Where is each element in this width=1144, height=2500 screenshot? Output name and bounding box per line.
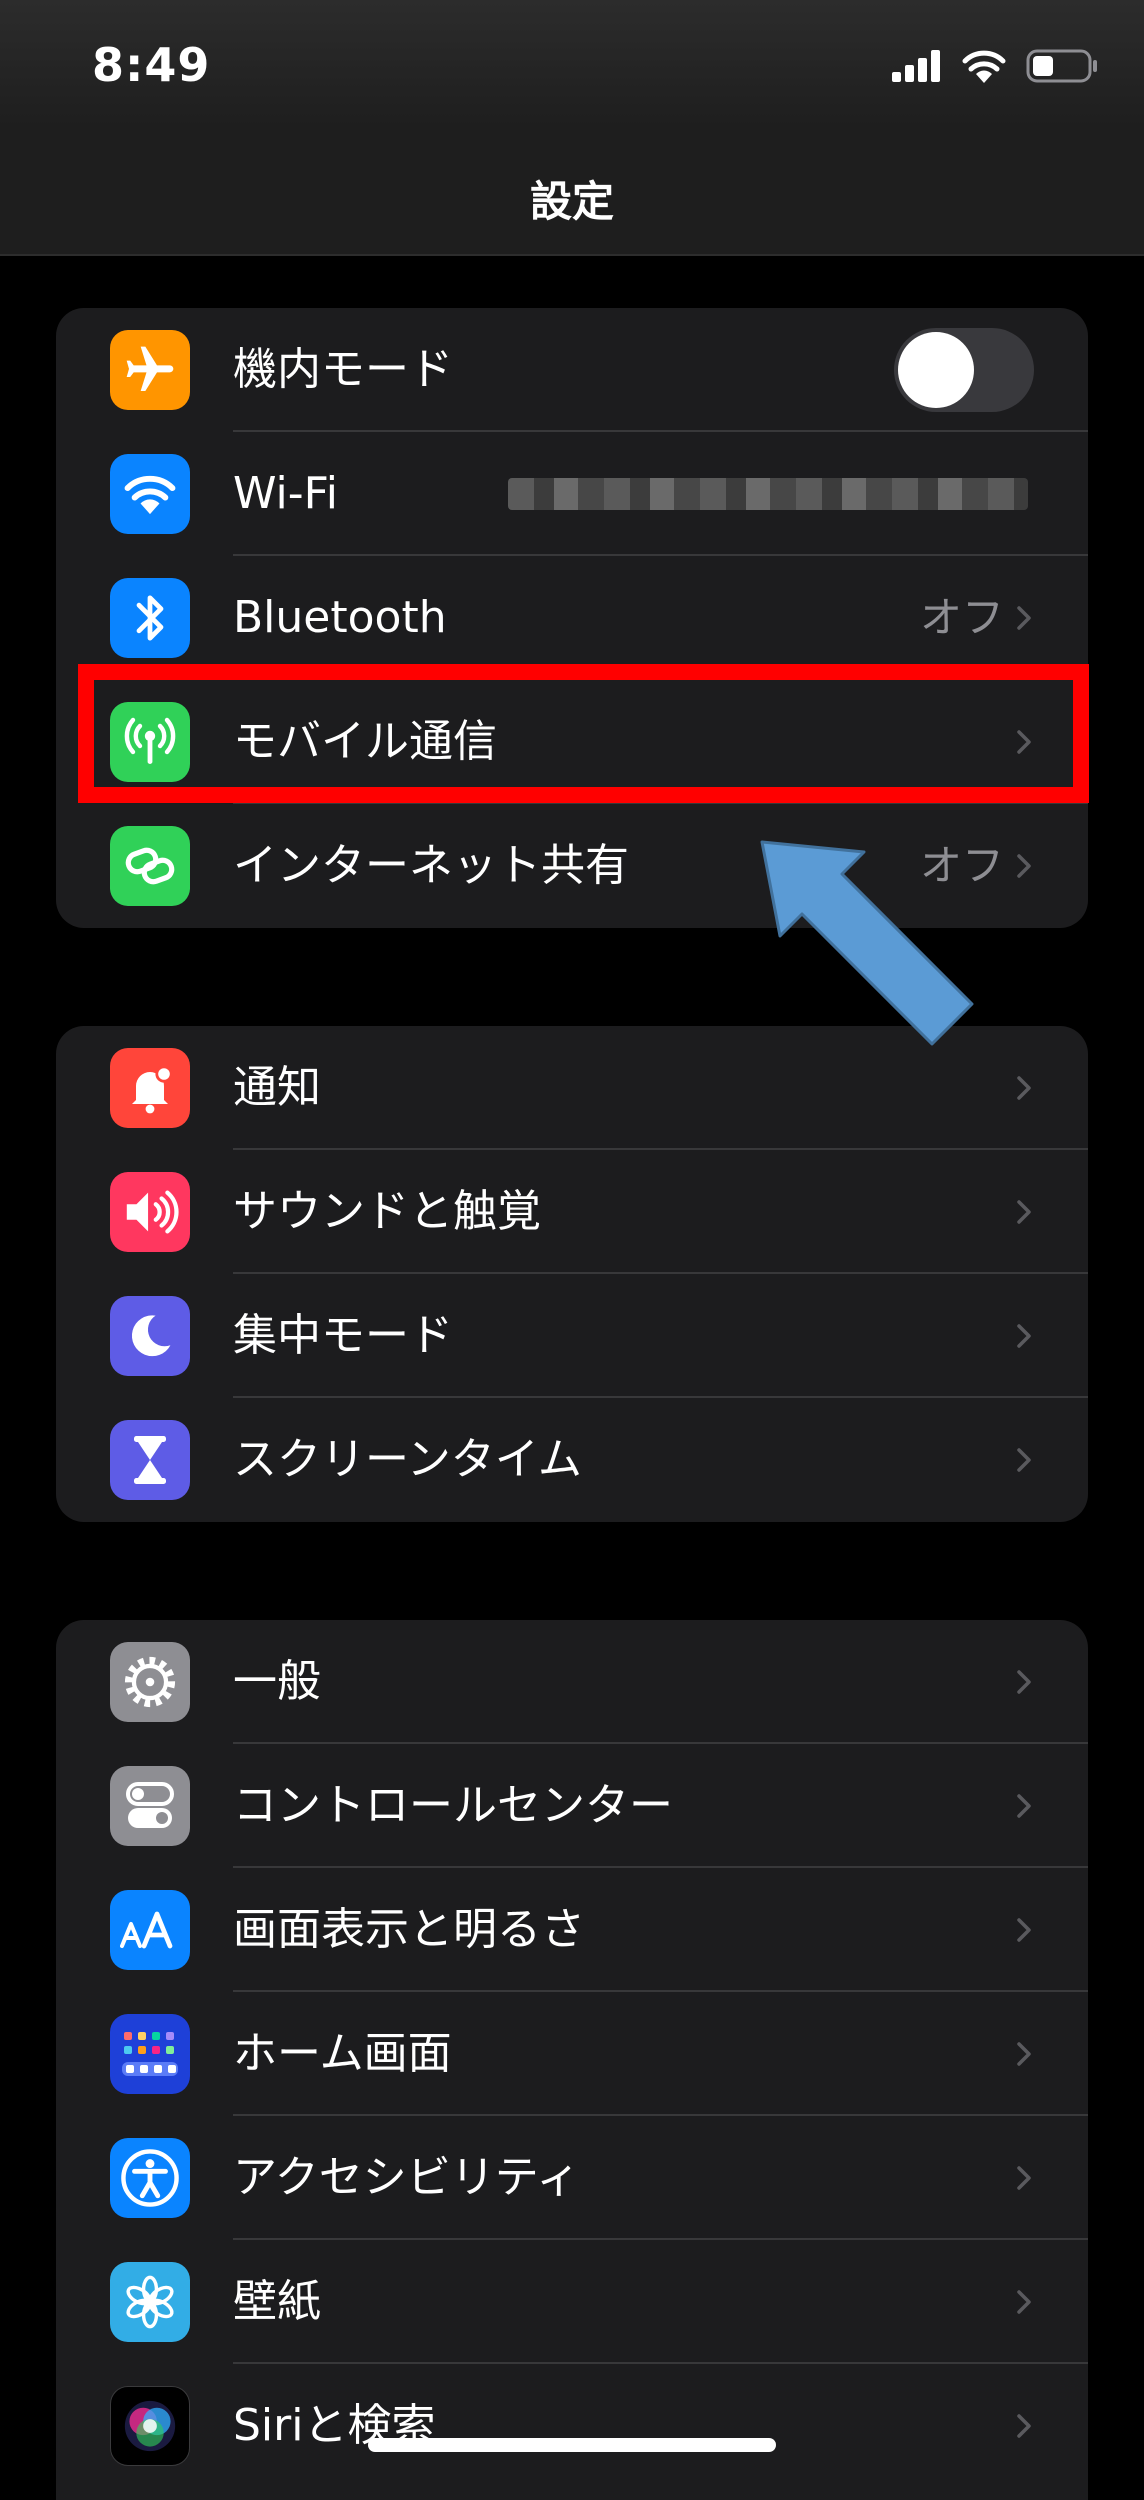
chevron-right-icon xyxy=(1017,1794,1031,1818)
settings-row-display-brightness[interactable]: 画面表示と明るさ xyxy=(56,1868,1088,1992)
home-indicator xyxy=(368,2438,776,2452)
chevron-right-icon xyxy=(1017,2042,1031,2066)
chevron-right-icon xyxy=(1017,606,1031,630)
settings-row-label: サウンドと触覚 xyxy=(233,1186,541,1237)
chevron-right-icon xyxy=(1017,2290,1031,2314)
settings-row-wifi[interactable]: Wi-Fi xyxy=(56,432,1088,556)
settings-row-control-center[interactable]: コントロールセンター xyxy=(56,1744,1088,1868)
settings-row-label: ホーム画面 xyxy=(233,2028,452,2079)
settings-row-focus[interactable]: 集中モード xyxy=(56,1274,1088,1398)
settings-group-general: 一般 コントロールセンター 画面表示と明るさ ホーム画面 アクセシビリティ 壁紙… xyxy=(56,1620,1088,2500)
settings-row-label: 機内モード xyxy=(233,344,453,395)
nav-bar: 設定 xyxy=(0,128,1144,256)
settings-row-wallpaper[interactable]: 壁紙 xyxy=(56,2240,1088,2364)
status-time: 8:49 xyxy=(92,38,211,92)
chevron-right-icon xyxy=(1017,1324,1031,1348)
toggle-knob xyxy=(898,332,974,408)
settings-row-label: Wi-Fi xyxy=(233,468,338,519)
settings-row-label: インターネット共有 xyxy=(233,840,629,891)
gear-icon xyxy=(110,1642,190,1722)
settings-row-bluetooth[interactable]: Bluetooth オフ xyxy=(56,556,1088,680)
settings-row-general[interactable]: 一般 xyxy=(56,1620,1088,1744)
status-icons xyxy=(892,46,1098,86)
hotspot-link-icon xyxy=(110,826,190,906)
settings-row-label: 通知 xyxy=(233,1062,321,1113)
bell-icon xyxy=(110,1048,190,1128)
chevron-right-icon xyxy=(1017,1918,1031,1942)
settings-row-sounds-haptics[interactable]: サウンドと触覚 xyxy=(56,1150,1088,1274)
siri-icon xyxy=(110,2386,190,2466)
wifi-icon xyxy=(110,454,190,534)
settings-row-label: スクリーンタイム xyxy=(233,1434,582,1485)
chevron-right-icon xyxy=(1017,2414,1031,2438)
switches-icon xyxy=(110,1766,190,1846)
settings-row-label: 壁紙 xyxy=(233,2276,321,2327)
chevron-right-icon xyxy=(1017,1200,1031,1224)
text-size-icon xyxy=(110,1890,190,1970)
speaker-icon xyxy=(110,1172,190,1252)
settings-row-label: コントロールセンター xyxy=(233,1780,673,1831)
settings-row-airplane-mode[interactable]: 機内モード xyxy=(56,308,1088,432)
airplane-icon xyxy=(110,330,190,410)
status-bar: 8:49 xyxy=(0,0,1144,128)
settings-row-value: オフ xyxy=(919,593,1004,642)
redacted-network-name xyxy=(508,478,1028,510)
highlight-box-annotation xyxy=(78,664,1089,803)
pointer-arrow-annotation xyxy=(760,840,974,1046)
settings-group-notifications: 通知 サウンドと触覚 集中モード スクリーンタイム xyxy=(56,1026,1088,1522)
chevron-right-icon xyxy=(1017,854,1031,878)
chevron-right-icon xyxy=(1017,1076,1031,1100)
settings-row-label: Bluetooth xyxy=(233,592,447,643)
cellular-signal-icon xyxy=(892,50,940,82)
settings-row-accessibility[interactable]: アクセシビリティ xyxy=(56,2116,1088,2240)
settings-row-label: アクセシビリティ xyxy=(233,2152,581,2203)
settings-row-label: Siriと検索 xyxy=(233,2400,436,2451)
hourglass-icon xyxy=(110,1420,190,1500)
bluetooth-icon xyxy=(110,578,190,658)
settings-row-label: 集中モード xyxy=(233,1310,453,1361)
chevron-right-icon xyxy=(1017,2166,1031,2190)
page-title: 設定 xyxy=(529,177,614,226)
app-grid-icon xyxy=(110,2014,190,2094)
accessibility-icon xyxy=(110,2138,190,2218)
airplane-mode-toggle[interactable] xyxy=(894,328,1034,412)
moon-icon xyxy=(110,1296,190,1376)
wifi-status-icon xyxy=(962,50,1006,83)
settings-row-label: 一般 xyxy=(233,1656,321,1707)
chevron-right-icon xyxy=(1017,1670,1031,1694)
chevron-right-icon xyxy=(1017,1448,1031,1472)
settings-row-home-screen[interactable]: ホーム画面 xyxy=(56,1992,1088,2116)
settings-row-label: 画面表示と明るさ xyxy=(233,1904,585,1955)
battery-icon xyxy=(1026,49,1097,83)
settings-row-siri-search[interactable]: Siriと検索 xyxy=(56,2364,1088,2488)
flower-icon xyxy=(110,2262,190,2342)
settings-row-screen-time[interactable]: スクリーンタイム xyxy=(56,1398,1088,1522)
